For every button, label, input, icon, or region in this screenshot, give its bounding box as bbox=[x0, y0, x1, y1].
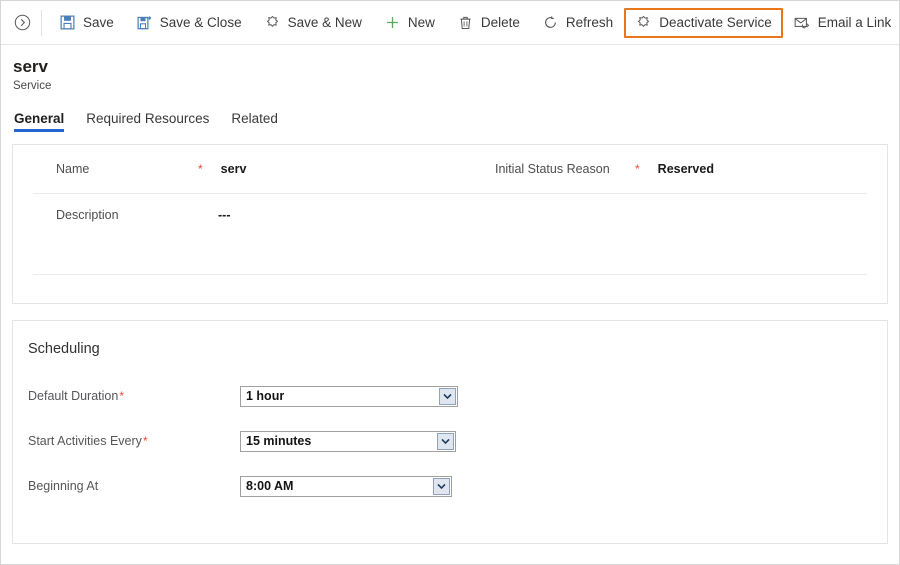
beginning-at-dropdown[interactable]: 8:00 AM bbox=[240, 475, 452, 497]
toolbar-divider bbox=[41, 9, 42, 36]
default-duration-dropdown[interactable]: 1 hour bbox=[240, 385, 458, 407]
command-bar: Save Save & Close Save & New New Delete … bbox=[1, 1, 899, 45]
delete-button-label: Delete bbox=[480, 15, 520, 30]
page-title: serv bbox=[13, 57, 48, 76]
email-link-icon bbox=[794, 14, 811, 31]
general-section-card: Name * serv Initial Status Reason * Rese… bbox=[12, 144, 888, 304]
description-field-value[interactable]: --- bbox=[218, 208, 231, 222]
beginning-at-value: 8:00 AM bbox=[246, 479, 294, 493]
default-duration-row: Default Duration* 1 hour bbox=[13, 385, 887, 407]
save-new-icon bbox=[264, 14, 281, 31]
chevron-down-icon[interactable] bbox=[439, 387, 456, 405]
new-button[interactable]: New bbox=[373, 8, 446, 38]
trash-icon bbox=[457, 14, 474, 31]
name-required-asterisk: * bbox=[198, 162, 203, 176]
save-button[interactable]: Save bbox=[48, 8, 125, 38]
start-activities-every-row: Start Activities Every* 15 minutes bbox=[13, 430, 887, 452]
start-activities-every-required-asterisk: * bbox=[142, 434, 148, 448]
description-field-label: Description bbox=[56, 208, 119, 222]
name-field-value[interactable]: serv bbox=[221, 162, 247, 176]
start-activities-every-value: 15 minutes bbox=[246, 434, 312, 448]
beginning-at-label: Beginning At bbox=[28, 479, 99, 493]
delete-button[interactable]: Delete bbox=[446, 8, 531, 38]
general-top-row: Name * serv Initial Status Reason * Rese… bbox=[13, 145, 887, 193]
save-and-close-button[interactable]: Save & Close bbox=[125, 8, 253, 38]
scheduling-section-card: Scheduling Default Duration* 1 hour Star… bbox=[12, 320, 888, 544]
record-entity-name: Service bbox=[13, 80, 52, 92]
name-field-group: Name * serv bbox=[33, 162, 468, 176]
new-button-label: New bbox=[407, 15, 435, 30]
section-bottom-divider bbox=[33, 274, 867, 275]
email-a-link-button-label: Email a Link bbox=[817, 15, 892, 30]
save-close-icon bbox=[136, 14, 153, 31]
default-duration-label: Default Duration* bbox=[28, 389, 124, 403]
chevron-right-circle-icon[interactable] bbox=[7, 8, 37, 38]
name-field-label: Name bbox=[56, 162, 90, 176]
default-duration-value: 1 hour bbox=[246, 389, 285, 403]
tab-general[interactable]: General bbox=[14, 111, 65, 132]
chevron-down-icon[interactable] bbox=[433, 477, 450, 495]
email-a-link-button[interactable]: Email a Link bbox=[783, 8, 900, 38]
start-activities-every-dropdown[interactable]: 15 minutes bbox=[240, 430, 456, 452]
save-and-new-button[interactable]: Save & New bbox=[253, 8, 373, 38]
refresh-icon bbox=[542, 14, 559, 31]
default-duration-required-asterisk: * bbox=[119, 389, 124, 403]
record-header: serv Service bbox=[1, 45, 899, 94]
deactivate-service-button-label: Deactivate Service bbox=[659, 15, 772, 30]
scheduling-section-title: Scheduling bbox=[28, 341, 100, 357]
initial-status-reason-label: Initial Status Reason bbox=[495, 162, 610, 176]
deactivate-service-button[interactable]: Deactivate Service bbox=[624, 7, 783, 38]
save-floppy-icon bbox=[59, 14, 76, 31]
save-and-close-button-label: Save & Close bbox=[159, 15, 242, 30]
refresh-button-label: Refresh bbox=[565, 15, 614, 30]
deactivate-icon bbox=[635, 14, 652, 31]
tab-required-resources[interactable]: Required Resources bbox=[86, 111, 209, 132]
description-field-group: Description --- bbox=[13, 194, 887, 236]
chevron-down-icon[interactable] bbox=[437, 432, 454, 450]
initial-status-reason-field-group: Initial Status Reason * Reserved bbox=[468, 162, 714, 176]
plus-icon bbox=[384, 14, 401, 31]
start-activities-every-label: Start Activities Every* bbox=[28, 434, 148, 448]
save-button-label: Save bbox=[83, 15, 114, 30]
beginning-at-row: Beginning At 8:00 AM bbox=[13, 475, 887, 497]
form-tabs: General Required Resources Related bbox=[1, 106, 899, 132]
tab-related[interactable]: Related bbox=[231, 111, 278, 132]
initial-status-reason-required-asterisk: * bbox=[635, 162, 640, 176]
refresh-button[interactable]: Refresh bbox=[531, 8, 624, 38]
service-form-page: Save Save & Close Save & New New Delete … bbox=[0, 0, 900, 565]
save-and-new-button-label: Save & New bbox=[287, 15, 362, 30]
initial-status-reason-value[interactable]: Reserved bbox=[658, 162, 714, 176]
